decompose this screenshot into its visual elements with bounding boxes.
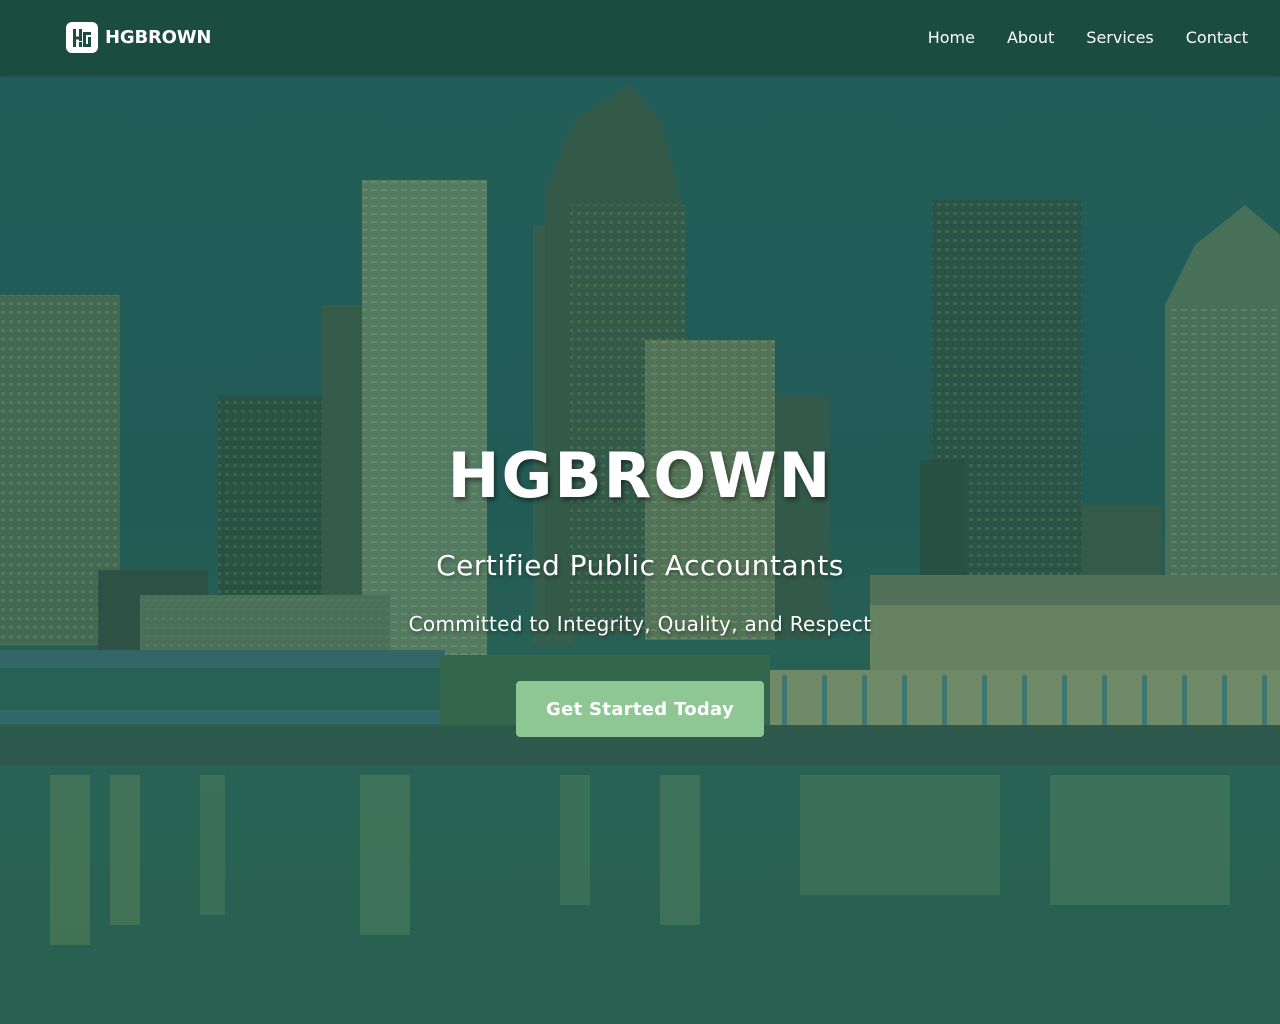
page: HGBROWN Home About Services Contact HGBR… [0, 0, 1280, 1024]
main-nav: Home About Services Contact [912, 0, 1248, 75]
hgb-monogram-icon [66, 22, 98, 53]
nav-link-about[interactable]: About [991, 0, 1070, 75]
hero-content: HGBROWN Certified Public Accountants Com… [0, 75, 1280, 1024]
nav-link-home[interactable]: Home [912, 0, 991, 75]
site-header: HGBROWN Home About Services Contact [0, 0, 1280, 75]
hero-title: HGBROWN [447, 439, 833, 512]
brand-name: HGBROWN [105, 27, 212, 48]
nav-link-contact[interactable]: Contact [1170, 0, 1248, 75]
brand-logo-link[interactable]: HGBROWN [66, 22, 211, 53]
nav-link-services[interactable]: Services [1070, 0, 1169, 75]
hero-subtitle: Certified Public Accountants [436, 549, 844, 582]
hero-tagline: Committed to Integrity, Quality, and Res… [408, 612, 872, 636]
get-started-button[interactable]: Get Started Today [516, 681, 764, 737]
hero-section: HGBROWN Certified Public Accountants Com… [0, 75, 1280, 1024]
